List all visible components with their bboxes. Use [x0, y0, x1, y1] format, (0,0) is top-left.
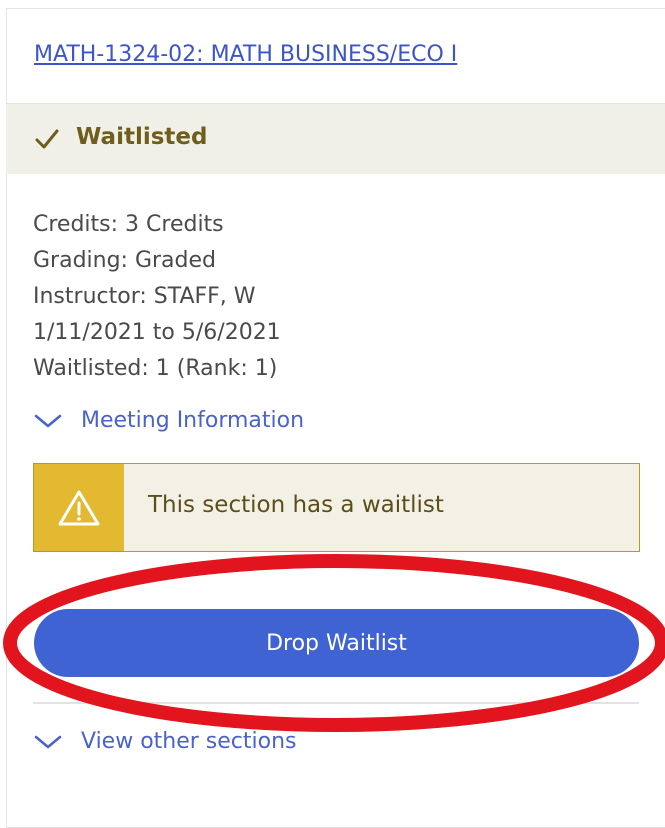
- meeting-information-label: Meeting Information: [81, 408, 305, 433]
- alert-message: This section has a waitlist: [148, 492, 444, 518]
- dates-text: 1/11/2021 to 5/6/2021: [33, 320, 281, 345]
- status-label: Waitlisted: [76, 124, 208, 150]
- drop-waitlist-button[interactable]: Drop Waitlist: [34, 609, 639, 677]
- grading-text: Grading: Graded: [33, 248, 217, 273]
- chevron-down-icon: [34, 414, 62, 427]
- divider: [33, 702, 639, 704]
- waitlisted-text: Waitlisted: 1 (Rank: 1): [33, 356, 278, 381]
- warning-icon: [58, 490, 100, 525]
- waitlist-alert: This section has a waitlist: [33, 463, 640, 552]
- course-details: Credits: 3 Credits Grading: Graded Instr…: [33, 207, 281, 387]
- credits-text: Credits: 3 Credits: [33, 212, 224, 237]
- instructor-text: Instructor: STAFF, W: [33, 284, 256, 309]
- check-icon: [35, 129, 59, 149]
- view-other-sections-label: View other sections: [81, 729, 297, 754]
- view-other-sections-toggle[interactable]: View other sections: [33, 729, 297, 754]
- meeting-information-toggle[interactable]: Meeting Information: [33, 408, 304, 433]
- chevron-down-icon: [34, 735, 62, 748]
- course-title-link[interactable]: MATH-1324-02: MATH BUSINESS/ECO I: [34, 42, 457, 67]
- alert-icon-container: [34, 464, 124, 551]
- status-banner: Waitlisted: [6, 103, 665, 174]
